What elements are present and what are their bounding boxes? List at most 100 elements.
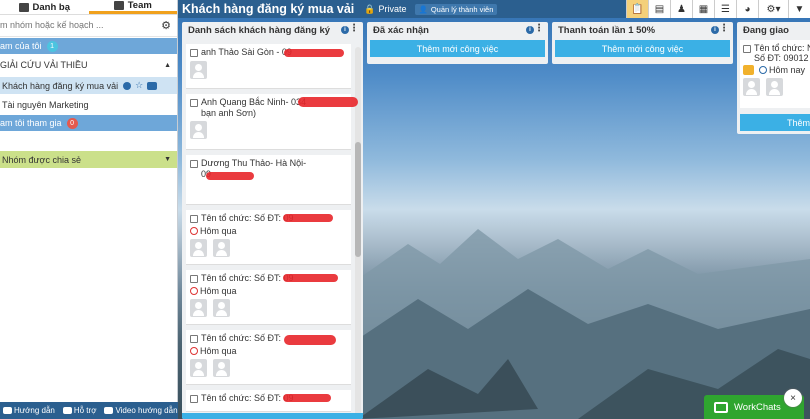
support-chat-icon [62,407,72,415]
count-badge: 0 [66,117,78,129]
column-title: Thanh toán lần 1 50% [558,24,656,36]
task-card[interactable]: anh Thảo Sài Gòn - 09 [186,44,351,89]
tab-team[interactable]: Team [88,0,177,14]
sidebar-item-project[interactable]: GIẢI CỨU VẢI THIỀU ▲ [0,57,177,73]
info-icon[interactable] [123,81,132,90]
card-title: Tên tổ chức: Số ĐT: 09 [201,393,294,403]
avatar[interactable] [190,359,207,377]
guide-icon [3,407,12,415]
list-view-icon[interactable]: ▤ [648,0,670,18]
add-task-button[interactable]: Thêm mới công việc [370,40,545,57]
team-view-icon[interactable]: ♟ [670,0,692,18]
close-icon[interactable]: × [784,389,802,407]
sidebar-item-joined-teams[interactable]: am tôi tham gia 0 [0,115,177,131]
due-date: Hôm qua [190,286,347,296]
search-input[interactable] [0,15,150,35]
gear-icon[interactable]: ⚙ [161,19,171,32]
card-title: Tên tổ chức: Số ĐT: 09 [201,273,294,283]
privacy-toggle[interactable]: 🔒 Private [364,4,406,15]
card-title: Dương Thu Thảo- Hà Nội- [201,158,307,168]
card-title: anh Thảo Sài Gòn - 09 [201,47,292,57]
sidebar-item-shared-groups[interactable]: Nhóm được chia sẻ ▼ [0,151,177,168]
help-link[interactable]: Hướng dẫn [3,406,55,415]
info-icon[interactable]: i [526,26,534,34]
sidebar-tabs: Danh bạ Team [0,0,177,15]
chat-icon[interactable] [147,81,158,90]
card-checkbox[interactable] [190,49,198,57]
card-checkbox[interactable] [190,335,198,343]
sidebar-item-label: Nhóm được chia sẻ [2,154,81,165]
avatar[interactable] [766,78,783,96]
more-icon[interactable]: ⋮ [719,23,729,34]
redaction-mark [284,335,336,345]
avatar[interactable] [190,239,207,257]
add-task-button[interactable]: Thêm [740,114,810,131]
add-task-button[interactable]: Thêm mới công việc [555,40,730,57]
star-icon[interactable]: ☆ [135,80,143,91]
task-card[interactable]: Tên tổ chức: Số ĐT: Hôm qua [186,330,351,385]
board: Khách hàng đăng ký mua vải 🔒 Private 👤 Q… [178,0,810,419]
task-card[interactable]: Tên tổ chức: Số ĐT: 09 Hôm qua [186,270,351,325]
clock-icon [759,66,767,74]
column-title: Đang giao [743,24,789,36]
video-icon [104,407,114,415]
card-assignees [190,239,347,257]
card-assignees [190,359,347,377]
column-header: Thanh toán lần 1 50% i ⋮ [552,22,733,38]
card-checkbox[interactable] [190,215,198,223]
caret-down-icon[interactable]: ▼ [164,156,171,163]
sidebar-item-my-team[interactable]: am của tôi 1 [0,38,177,54]
clipboard-icon[interactable]: 📋 [626,0,648,18]
pie-chart-icon[interactable]: ◕ [736,0,758,18]
card-checkbox[interactable] [190,275,198,283]
card-checkbox[interactable] [190,395,198,403]
due-date-label: Hôm qua [200,346,237,356]
task-card[interactable]: Dương Thu Thảo- Hà Nội- 09 [186,155,351,205]
card-assignees [190,61,347,79]
avatar[interactable] [743,78,760,96]
gantt-icon[interactable]: ☰ [714,0,736,18]
workchats-label: WorkChats [734,401,781,413]
column-title: Đã xác nhận [373,24,429,36]
avatar[interactable] [213,299,230,317]
task-card[interactable]: Tên tổ chức: N Số ĐT: 09012 Hôm nay [740,40,810,108]
card-checkbox[interactable] [190,99,198,107]
tab-contacts[interactable]: Danh bạ [0,0,89,14]
task-card[interactable]: Anh Quang Bắc Ninh- 034 bạn anh Sơn) [186,94,358,150]
sidebar-item-board-active[interactable]: Khách hàng đăng ký mua vải ☆ [0,77,177,94]
more-icon[interactable]: ⋮ [349,23,359,34]
filter-icon[interactable]: ▼ [788,0,810,18]
avatar[interactable] [190,61,207,79]
chat-icon [714,401,728,413]
avatar[interactable] [190,121,207,139]
sidebar: Danh bạ Team ⚙ am của tôi 1 GIẢI CỨU VẢI… [0,0,178,419]
info-icon[interactable]: i [341,26,349,34]
card-checkbox[interactable] [743,45,751,53]
sidebar-item-label: Tài nguyên Marketing [2,100,89,110]
info-icon[interactable]: i [711,26,719,34]
task-card[interactable]: Tên tổ chức: Số ĐT: 09 [186,390,351,412]
column-confirmed: Đã xác nhận i ⋮ Thêm mới công việc [367,22,548,64]
task-card[interactable]: Tên tổ chức: Số ĐT: 09 Hôm qua [186,210,351,265]
card-checkbox[interactable] [190,160,198,168]
manage-members-button[interactable]: 👤 Quản lý thành viên [414,3,498,15]
more-icon[interactable]: ⋮ [534,23,544,34]
avatar[interactable] [190,299,207,317]
manage-members-label: Quản lý thành viên [430,4,494,14]
support-link[interactable]: Hỗ trợ [62,406,96,415]
card-assignees [190,299,347,317]
avatar[interactable] [213,239,230,257]
settings-dropdown-icon[interactable]: ⚙▾ [758,0,788,18]
lock-icon: 🔒 [364,3,376,14]
scrollbar-thumb[interactable] [355,142,361,257]
avatar[interactable] [213,359,230,377]
redaction-mark [283,214,333,222]
card-title-continued: Số ĐT: 09012 [754,53,809,63]
column-header: Đang giao [737,22,810,38]
caret-up-icon[interactable]: ▲ [164,62,171,69]
due-date-label: Hôm nay [769,65,806,75]
calendar-icon[interactable]: ▦ [692,0,714,18]
sidebar-item-marketing[interactable]: Tài nguyên Marketing [0,97,177,113]
clock-icon [190,287,198,295]
video-guide-link[interactable]: Video hướng dẫn [104,406,178,415]
